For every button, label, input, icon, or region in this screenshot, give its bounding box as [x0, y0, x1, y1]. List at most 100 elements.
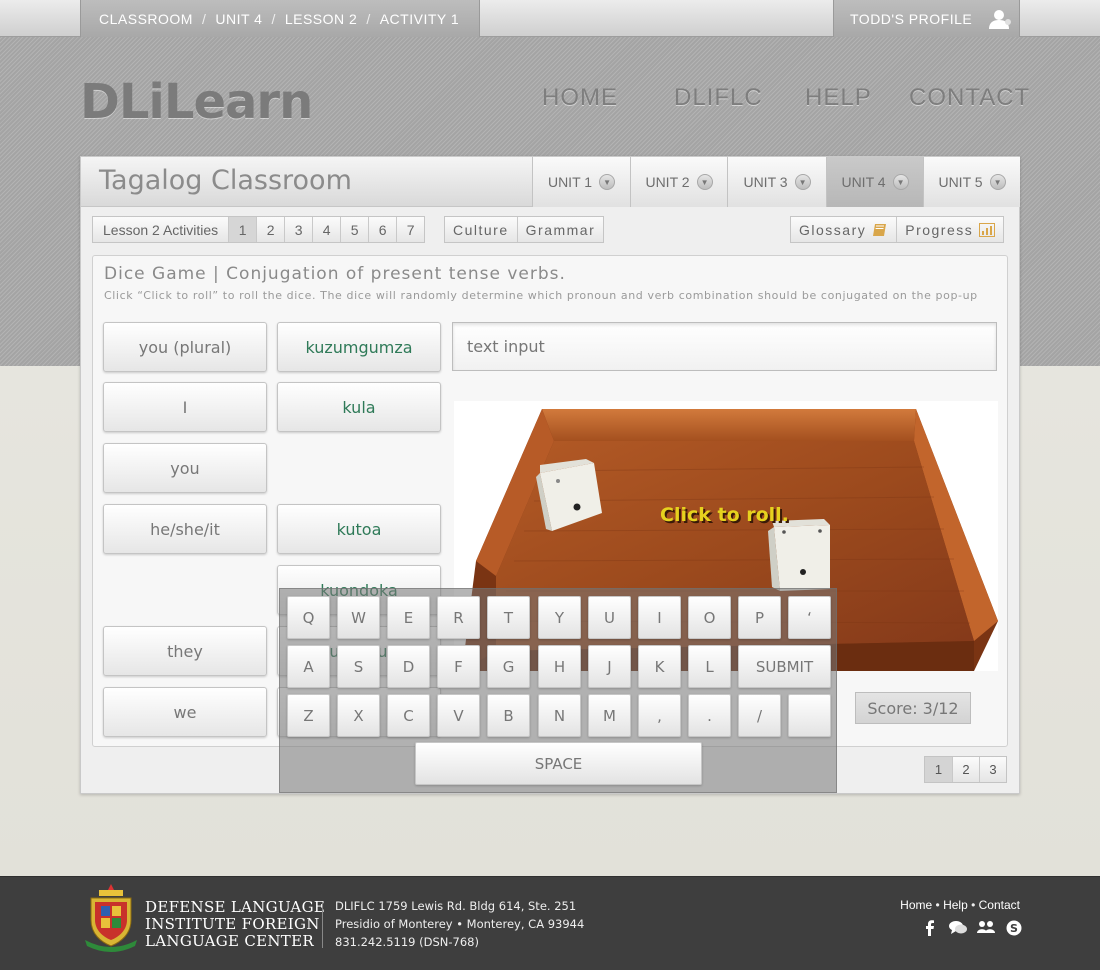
breadcrumb-separator: / — [271, 10, 276, 27]
svg-text:S: S — [1010, 922, 1018, 935]
chevron-down-icon: ▼ — [696, 174, 713, 190]
key-blank[interactable] — [788, 694, 831, 737]
key-g[interactable]: G — [487, 645, 530, 688]
key-w[interactable]: W — [337, 596, 380, 639]
breadcrumb-activity[interactable]: ACTIVITY 1 — [380, 11, 459, 27]
key-j[interactable]: J — [588, 645, 631, 688]
footer-home-link[interactable]: Home — [900, 898, 932, 912]
verb-button[interactable]: kula — [277, 382, 441, 432]
key-h[interactable]: H — [538, 645, 581, 688]
skype-icon[interactable]: S — [1004, 919, 1024, 937]
key-v[interactable]: V — [437, 694, 480, 737]
key-n[interactable]: N — [538, 694, 581, 737]
group-icon[interactable] — [976, 919, 996, 937]
breadcrumb-lesson[interactable]: LESSON 2 — [285, 11, 357, 27]
key-x[interactable]: X — [337, 694, 380, 737]
answer-input[interactable] — [452, 322, 997, 371]
pronoun-button[interactable]: you — [103, 443, 267, 493]
key-c[interactable]: C — [387, 694, 430, 737]
footer-address: DLIFLC 1759 Lewis Rd. Bldg 614, Ste. 251… — [335, 899, 585, 949]
pronoun-button[interactable]: you (plural) — [103, 322, 267, 372]
key-s[interactable]: S — [337, 645, 380, 688]
footer-help-link[interactable]: Help — [943, 898, 968, 912]
nav-dliflc[interactable]: DLIFLC — [674, 84, 763, 112]
activity-5[interactable]: 5 — [340, 217, 368, 242]
progress-label: Progress — [905, 221, 974, 238]
nav-help[interactable]: HELP — [805, 84, 872, 112]
key-q[interactable]: Q — [287, 596, 330, 639]
progress-link[interactable]: Progress — [896, 217, 1003, 242]
key-a[interactable]: A — [287, 645, 330, 688]
key-period[interactable]: . — [688, 694, 731, 737]
key-z[interactable]: Z — [287, 694, 330, 737]
footer-contact-link[interactable]: Contact — [979, 898, 1020, 912]
footer-link-separator: • — [971, 898, 976, 912]
chevron-down-icon: ▼ — [892, 174, 909, 190]
chevron-down-icon: ▼ — [794, 174, 811, 190]
classroom-header: Tagalog Classroom UNIT 1 ▼ UNIT 2 ▼ UNIT… — [81, 157, 1020, 207]
tab-unit-5[interactable]: UNIT 5 ▼ — [923, 157, 1020, 207]
key-r[interactable]: R — [437, 596, 480, 639]
key-slash[interactable]: / — [738, 694, 781, 737]
activity-4[interactable]: 4 — [312, 217, 340, 242]
activity-6[interactable]: 6 — [368, 217, 396, 242]
nav-home[interactable]: HOME — [542, 84, 618, 112]
key-y[interactable]: Y — [538, 596, 581, 639]
tab-unit-2[interactable]: UNIT 2 ▼ — [630, 157, 727, 207]
pronoun-button[interactable]: they — [103, 626, 267, 676]
page-1[interactable]: 1 — [925, 757, 952, 782]
glossary-link[interactable]: Glossary — [791, 217, 896, 242]
key-b[interactable]: B — [487, 694, 530, 737]
page-2[interactable]: 2 — [952, 757, 979, 782]
key-d[interactable]: D — [387, 645, 430, 688]
breadcrumb-classroom[interactable]: CLASSROOM — [99, 11, 193, 27]
breadcrumb-unit[interactable]: UNIT 4 — [215, 11, 262, 27]
tab-unit-3[interactable]: UNIT 3 ▼ — [727, 157, 826, 207]
submit-key[interactable]: SUBMIT — [738, 645, 831, 688]
key-comma[interactable]: , — [638, 694, 681, 737]
breadcrumb-separator: / — [366, 10, 371, 27]
activity-1[interactable]: 1 — [228, 217, 257, 242]
key-e[interactable]: E — [387, 596, 430, 639]
lesson-activities-label: Lesson 2 Activities — [103, 221, 219, 238]
chat-icon[interactable] — [948, 919, 968, 937]
key-f[interactable]: F — [437, 645, 480, 688]
activity-2[interactable]: 2 — [256, 217, 284, 242]
culture-link[interactable]: Culture — [445, 217, 517, 242]
profile-link[interactable]: TODD'S PROFILE — [833, 0, 1020, 37]
space-key[interactable]: SPACE — [415, 742, 702, 785]
tab-unit-1[interactable]: UNIT 1 ▼ — [532, 157, 630, 207]
grammar-link[interactable]: Grammar — [516, 217, 604, 242]
verb-button[interactable]: kuzumgumza — [277, 322, 441, 372]
activity-3[interactable]: 3 — [284, 217, 312, 242]
pagination: 1 2 3 — [924, 756, 1007, 783]
score-display: Score: 3/12 — [855, 692, 971, 724]
site-footer: DEFENSE LANGUAGE INSTITUTE FOREIGN LANGU… — [0, 876, 1100, 970]
footer-links: Home • Help • Contact — [900, 898, 1020, 912]
tab-unit-4[interactable]: UNIT 4 ▼ — [826, 157, 923, 207]
page-3[interactable]: 3 — [979, 757, 1006, 782]
key-l[interactable]: L — [688, 645, 731, 688]
key-o[interactable]: O — [688, 596, 731, 639]
key-m[interactable]: M — [588, 694, 631, 737]
activity-7[interactable]: 7 — [396, 217, 424, 242]
nav-contact[interactable]: CONTACT — [909, 84, 1030, 112]
key-i[interactable]: I — [638, 596, 681, 639]
key-p[interactable]: P — [738, 596, 781, 639]
pronoun-button[interactable]: we — [103, 687, 267, 737]
key-u[interactable]: U — [588, 596, 631, 639]
facebook-icon[interactable] — [920, 919, 940, 937]
tab-unit-label: UNIT 4 — [841, 174, 886, 190]
activity-title: Dice Game | Conjugation of present tense… — [104, 264, 566, 284]
chevron-down-icon: ▼ — [989, 174, 1006, 190]
key-apostrophe[interactable]: ‘ — [788, 596, 831, 639]
tab-unit-label: UNIT 2 — [645, 174, 690, 190]
key-k[interactable]: K — [638, 645, 681, 688]
pronoun-button[interactable]: I — [103, 382, 267, 432]
activity-number-bar: Lesson 2 Activities 1 2 3 4 5 6 7 — [92, 216, 426, 243]
key-t[interactable]: T — [487, 596, 530, 639]
pronoun-button[interactable]: he/she/it — [103, 504, 267, 554]
main-nav: HOME DLIFLC HELP CONTACT — [0, 84, 1100, 114]
dliflc-crest-logo — [85, 884, 137, 952]
verb-button[interactable]: kutoa — [277, 504, 441, 554]
